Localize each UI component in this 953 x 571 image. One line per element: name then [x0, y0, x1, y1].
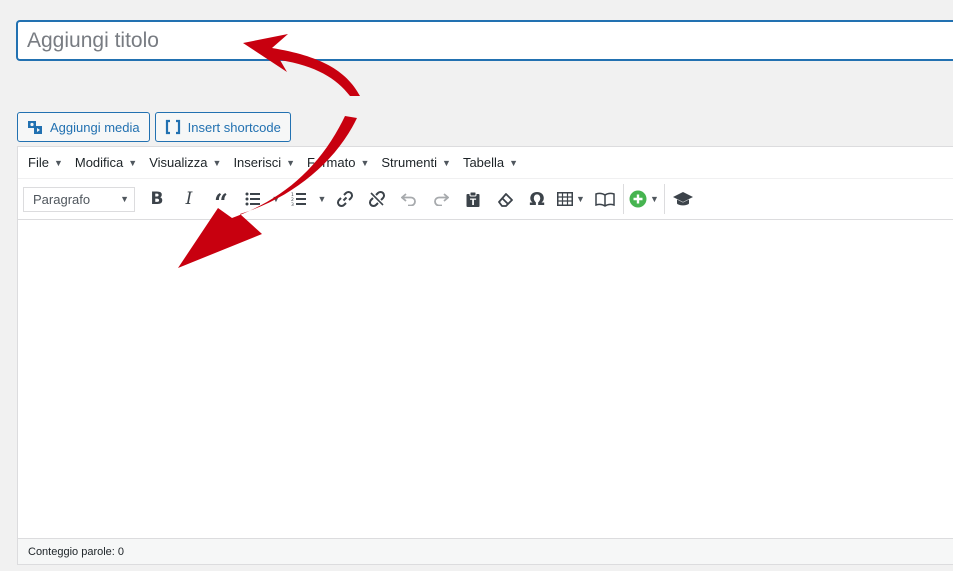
blockquote-icon[interactable]: “ [205, 180, 237, 218]
link-icon[interactable] [329, 184, 361, 214]
book-icon[interactable] [589, 184, 621, 214]
menu-view-label: Visualizza [149, 155, 208, 170]
italic-icon[interactable]: I [173, 184, 205, 214]
special-character-icon[interactable]: Ω [521, 184, 553, 214]
caret-down-icon: ▼ [128, 157, 138, 168]
svg-text:T: T [470, 198, 477, 208]
menu-table[interactable]: Tabella ▼ [457, 155, 524, 170]
add-plus-icon[interactable]: ▼ [626, 184, 662, 214]
menu-insert[interactable]: Inserisci ▼ [227, 155, 301, 170]
menu-tools-label: Strumenti [381, 155, 438, 170]
editor: File ▼ Modifica ▼ Visualizza ▼ Inserisci ▼ F… [17, 146, 953, 565]
menu-insert-label: Inserisci [233, 155, 282, 170]
bullet-list-caret[interactable]: ▼ [269, 184, 283, 214]
media-buttons: Aggiungi media Insert shortcode [17, 112, 291, 142]
menu-edit[interactable]: Modifica ▼ [69, 155, 143, 170]
menu-file[interactable]: File ▼ [22, 155, 69, 170]
media-icon [27, 119, 43, 135]
editor-menubar: File ▼ Modifica ▼ Visualizza ▼ Inserisci ▼ F… [18, 147, 953, 179]
menu-table-label: Tabella [462, 155, 505, 170]
add-media-button[interactable]: Aggiungi media [17, 112, 150, 142]
caret-down-icon: ▼ [650, 194, 659, 204]
format-select-value: Paragrafo [33, 191, 91, 207]
menu-tools[interactable]: Strumenti ▼ [375, 155, 457, 170]
bullet-list-icon[interactable] [237, 184, 269, 214]
caret-down-icon: ▼ [360, 157, 370, 168]
caret-down-icon: ▼ [286, 157, 296, 168]
toolbar-separator [623, 184, 624, 214]
numbered-list-caret[interactable]: ▼ [315, 184, 329, 214]
menu-file-label: File [28, 155, 49, 170]
paste-text-icon[interactable]: T [457, 184, 489, 214]
menu-format-label: Formato [307, 155, 356, 170]
caret-down-icon: ▼ [53, 157, 63, 168]
add-media-label: Aggiungi media [50, 119, 140, 135]
menu-format[interactable]: Formato ▼ [301, 155, 375, 170]
toolbar-separator [664, 184, 665, 214]
editor-toolbar: Paragrafo ▼ B I “ ▼ 123 ▼ T Ω ▼ ▼ [18, 179, 953, 220]
graduation-cap-icon[interactable] [667, 184, 699, 214]
editor-content-area[interactable] [18, 220, 953, 541]
format-select[interactable]: Paragrafo ▼ [23, 186, 135, 212]
word-count: Conteggio parole: 0 [28, 545, 125, 558]
undo-icon[interactable] [393, 184, 425, 214]
caret-down-icon: ▼ [509, 157, 519, 168]
svg-text:3: 3 [291, 202, 294, 206]
redo-icon[interactable] [425, 184, 457, 214]
clear-formatting-icon[interactable] [489, 184, 521, 214]
insert-shortcode-label: Insert shortcode [187, 119, 281, 135]
caret-down-icon: ▼ [442, 157, 451, 168]
table-icon[interactable]: ▼ [553, 184, 589, 214]
shortcode-bracket-icon [165, 119, 181, 135]
bold-icon[interactable]: B [141, 184, 173, 214]
unlink-icon[interactable] [361, 184, 393, 214]
title-input[interactable] [17, 21, 953, 60]
caret-down-icon: ▼ [576, 194, 585, 204]
numbered-list-icon[interactable]: 123 [283, 184, 315, 214]
insert-shortcode-button[interactable]: Insert shortcode [154, 112, 291, 142]
status-bar: Conteggio parole: 0 [18, 538, 953, 564]
menu-view[interactable]: Visualizza ▼ [143, 155, 227, 170]
menu-edit-label: Modifica [74, 155, 124, 170]
caret-down-icon: ▼ [120, 194, 129, 204]
caret-down-icon: ▼ [212, 157, 222, 168]
